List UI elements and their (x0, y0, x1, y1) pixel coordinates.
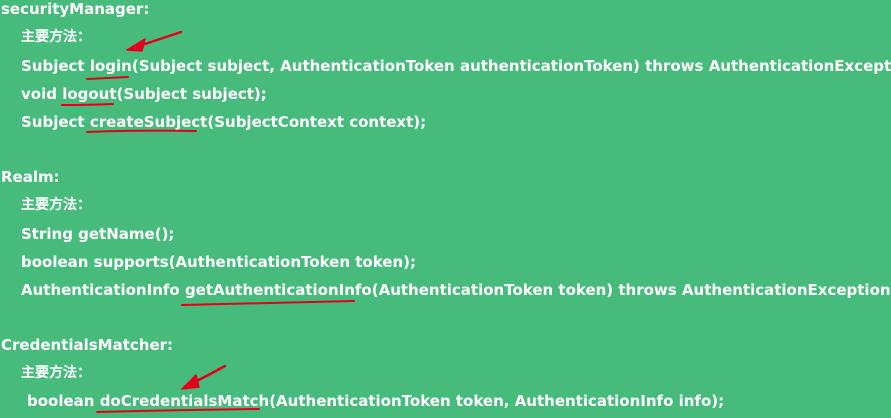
create-subject-method-name: createSubject (89, 113, 208, 131)
supports-method-line: boolean supports(AuthenticationToken tok… (21, 253, 416, 271)
security-manager-methods-label: 主要方法： (21, 29, 91, 45)
login-signature: (Subject subject, AuthenticationToken au… (131, 57, 891, 75)
do-credentials-match-arrow-head (181, 374, 200, 390)
get-authentication-info-method-line: AuthenticationInfo getAuthenticationInfo… (21, 281, 891, 299)
logout-signature: (Subject subject); (116, 85, 267, 103)
login-return-type: Subject (21, 57, 90, 75)
realm-heading: Realm: (1, 168, 60, 186)
credentials-matcher-methods-label: 主要方法： (21, 365, 91, 381)
do-credentials-match-method-name: doCredentialsMatch (99, 392, 270, 410)
login-underline (86, 76, 129, 80)
login-method-name: login (89, 57, 132, 75)
get-authentication-info-return-type: AuthenticationInfo (21, 281, 185, 299)
security-manager-heading: securityManager: (1, 0, 150, 18)
get-name-method-line: String getName(); (21, 225, 175, 243)
create-subject-return-type: Subject (21, 113, 90, 131)
credentials-matcher-heading: CredentialsMatcher: (1, 336, 174, 354)
create-subject-signature: (SubjectContext context); (207, 113, 427, 131)
get-authentication-info-method-name: getAuthenticationInfo (184, 281, 372, 299)
get-authentication-info-signature: (AuthenticationToken token) throws Authe… (371, 281, 891, 299)
logout-underline (61, 103, 114, 106)
get-authentication-info-underline (181, 300, 355, 306)
login-arrow-shaft (128, 30, 183, 51)
logout-method-name: logout (62, 85, 117, 103)
do-credentials-match-method-line: boolean doCredentialsMatch(Authenticatio… (27, 392, 724, 410)
create-subject-method-line: Subject createSubject(SubjectContext con… (21, 113, 426, 131)
login-method-line: Subject login(Subject subject, Authentic… (21, 57, 891, 75)
logout-method-line: void logout(Subject subject); (21, 85, 267, 103)
do-credentials-match-return-type: boolean (27, 392, 100, 410)
do-credentials-match-arrow-shaft (183, 364, 227, 389)
realm-methods-label: 主要方法： (21, 197, 91, 213)
do-credentials-match-signature: (AuthenticationToken token, Authenticati… (269, 392, 725, 410)
login-arrow-head (126, 38, 146, 52)
logout-return-type: void (21, 85, 63, 103)
